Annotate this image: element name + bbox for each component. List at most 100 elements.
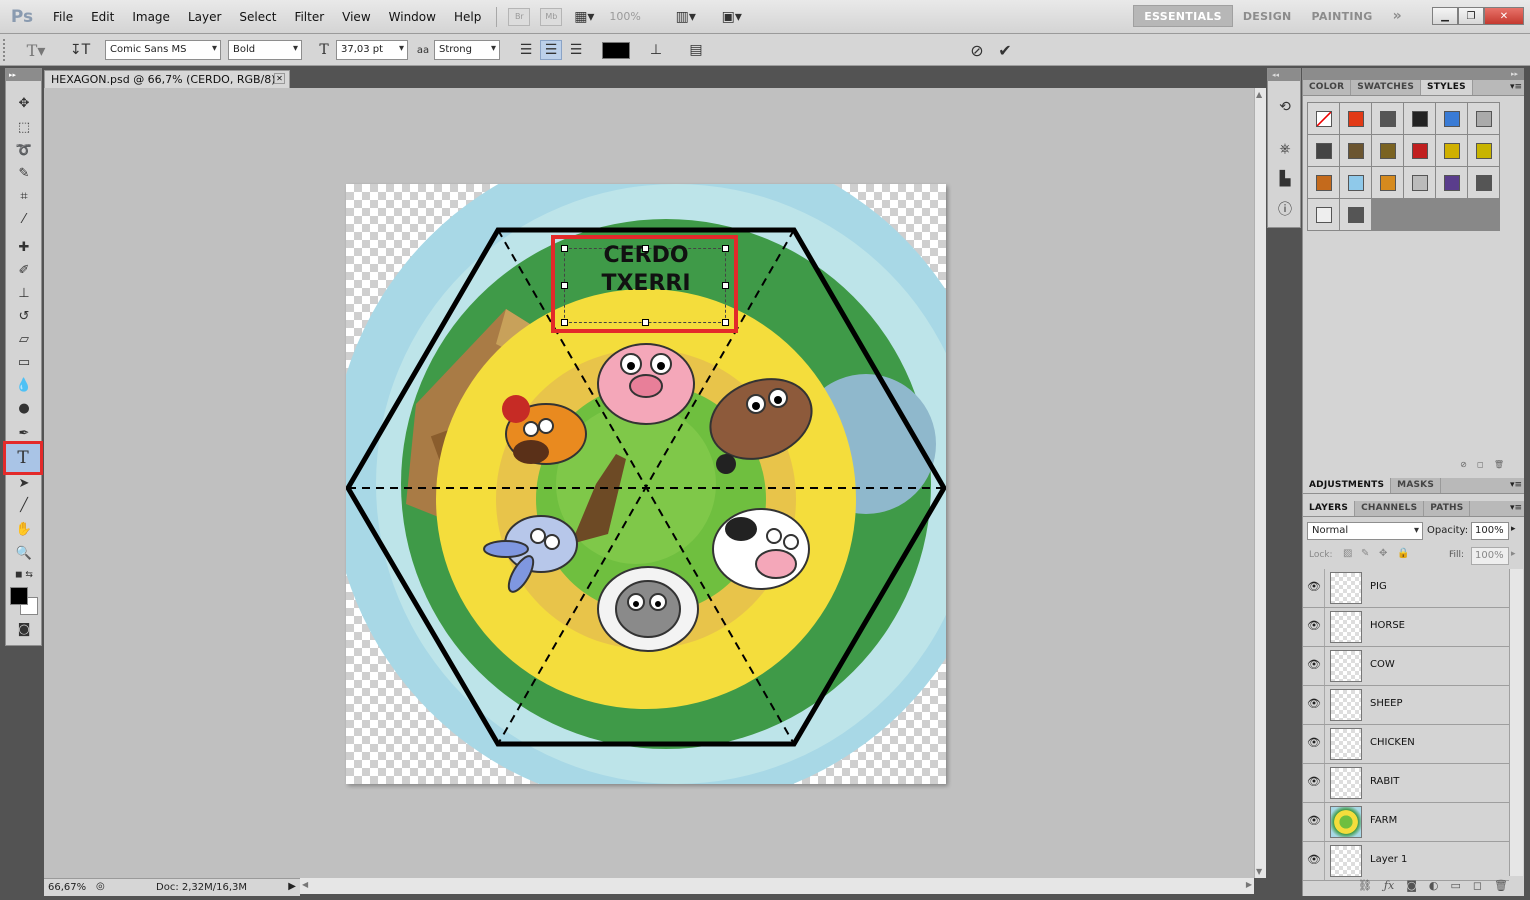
right-panels-collapse[interactable]: ▸▸ <box>1303 68 1524 80</box>
eyedropper-tool-icon[interactable]: ⁄ <box>10 209 38 229</box>
navigator-icon[interactable]: ⎈ <box>1275 139 1295 159</box>
tab-channels[interactable]: CHANNELS <box>1355 501 1425 516</box>
style-swatch[interactable] <box>1340 199 1371 230</box>
workspace-design[interactable]: DESIGN <box>1233 5 1302 27</box>
lock-position-icon[interactable]: ✥ <box>1379 548 1387 559</box>
path-selection-tool-icon[interactable]: ➤ <box>10 473 38 493</box>
layer-style-icon[interactable]: ƒx <box>1384 879 1394 892</box>
marquee-tool-icon[interactable]: ⬚ <box>10 117 38 137</box>
layer-name[interactable]: Layer 1 <box>1370 854 1407 865</box>
layers-scrollbar[interactable] <box>1509 569 1523 876</box>
default-colors-icon[interactable]: ◼ ⇆ <box>10 565 38 585</box>
style-swatch[interactable] <box>1340 135 1371 166</box>
font-family-select[interactable]: Comic Sans MS <box>105 40 221 60</box>
text-bounding-box[interactable]: CERDO TXERRI <box>561 243 729 326</box>
zoom-tool-icon[interactable]: 🔍 <box>10 543 38 563</box>
text-color-swatch[interactable] <box>602 42 630 59</box>
screen-mode-icon[interactable]: ▣▾ <box>713 7 751 27</box>
style-swatch[interactable] <box>1404 103 1435 134</box>
styles-panel-menu-icon[interactable]: ▾≡ <box>1508 80 1524 95</box>
style-swatch[interactable] <box>1436 135 1467 166</box>
move-tool-icon[interactable]: ✥ <box>10 93 38 113</box>
gradient-tool-icon[interactable]: ▭ <box>10 352 38 372</box>
eye-icon[interactable]: 👁 <box>1307 854 1321 866</box>
new-group-icon[interactable]: ▭ <box>1450 879 1460 892</box>
dodge-tool-icon[interactable]: ● <box>10 398 38 418</box>
artboard[interactable]: CERDO TXERRI <box>346 184 946 784</box>
eye-icon[interactable]: 👁 <box>1307 815 1321 827</box>
style-swatch[interactable] <box>1468 167 1499 198</box>
opacity-slider-icon[interactable]: ▸ <box>1511 524 1516 534</box>
style-swatch[interactable] <box>1372 167 1403 198</box>
link-layers-icon[interactable]: ⛓ <box>1358 879 1372 892</box>
fill-slider-icon[interactable]: ▸ <box>1511 549 1516 559</box>
tab-styles[interactable]: STYLES <box>1421 80 1473 95</box>
style-swatch[interactable] <box>1340 103 1371 134</box>
tab-adjustments[interactable]: ADJUSTMENTS <box>1303 478 1392 493</box>
menu-select[interactable]: Select <box>230 10 285 24</box>
layer-name[interactable]: CHICKEN <box>1370 737 1415 748</box>
eye-icon[interactable]: 👁 <box>1307 581 1321 593</box>
layer-visibility-cell[interactable]: 👁 <box>1303 725 1325 763</box>
tab-layers[interactable]: LAYERS <box>1303 501 1356 516</box>
bbox-handle[interactable] <box>642 245 649 252</box>
style-swatch[interactable] <box>1404 167 1435 198</box>
bbox-handle[interactable] <box>561 245 568 252</box>
menu-window[interactable]: Window <box>380 10 445 24</box>
font-style-select[interactable]: Bold <box>228 40 302 60</box>
adjustments-panel-menu-icon[interactable]: ▾≡ <box>1508 478 1524 493</box>
layer-name[interactable]: SHEEP <box>1370 698 1403 709</box>
menu-view[interactable]: View <box>333 10 379 24</box>
menu-filter[interactable]: Filter <box>285 10 333 24</box>
layer-visibility-cell[interactable]: 👁 <box>1303 569 1325 607</box>
launch-bridge-button[interactable]: Br <box>508 7 531 26</box>
lock-image-icon[interactable]: ✎ <box>1361 548 1369 559</box>
arrange-documents-icon[interactable]: ▥▾ <box>667 7 705 27</box>
add-mask-icon[interactable]: ◙ <box>1406 879 1417 892</box>
panel-strip-collapse[interactable]: ◂◂ <box>1268 69 1300 81</box>
delete-style-icon[interactable]: 🗑 <box>1494 460 1504 469</box>
hand-tool-icon[interactable]: ✋ <box>10 519 38 539</box>
eye-icon[interactable]: 👁 <box>1307 659 1321 671</box>
font-size-select[interactable]: 37,03 pt <box>336 40 408 60</box>
document-tab[interactable]: HEXAGON.psd @ 66,7% (CERDO, RGB/8) * ✕ <box>44 70 290 99</box>
bbox-handle[interactable] <box>722 319 729 326</box>
bbox-handle[interactable] <box>722 282 729 289</box>
minimize-icon[interactable]: ▁ <box>1432 7 1458 25</box>
blend-mode-select[interactable]: Normal <box>1307 522 1423 540</box>
layer-name[interactable]: HORSE <box>1370 620 1405 631</box>
layer-visibility-cell[interactable]: 👁 <box>1303 842 1325 880</box>
layer-row[interactable]: 👁 FARM <box>1303 803 1509 842</box>
style-swatch[interactable] <box>1372 135 1403 166</box>
eye-icon[interactable]: 👁 <box>1307 698 1321 710</box>
layer-visibility-cell[interactable]: 👁 <box>1303 608 1325 646</box>
layer-row[interactable]: 👁 CHICKEN <box>1303 725 1509 764</box>
healing-brush-tool-icon[interactable]: ✚ <box>10 237 38 257</box>
tab-masks[interactable]: MASKS <box>1391 478 1442 493</box>
text-line-2[interactable]: TXERRI <box>565 271 727 296</box>
view-extras-icon[interactable]: ▦▾ <box>567 7 601 27</box>
fill-input[interactable]: 100% <box>1471 547 1509 565</box>
antialias-select[interactable]: Strong <box>434 40 500 60</box>
tab-color[interactable]: COLOR <box>1303 80 1352 95</box>
status-menu-icon[interactable]: ▶ <box>288 881 296 892</box>
tab-swatches[interactable]: SWATCHES <box>1351 80 1422 95</box>
clone-stamp-tool-icon[interactable]: ⊥ <box>10 283 38 303</box>
new-style-icon[interactable]: ◻ <box>1477 460 1484 469</box>
layer-name[interactable]: RABIT <box>1370 776 1399 787</box>
history-brush-tool-icon[interactable]: ↺ <box>10 306 38 326</box>
crop-tool-icon[interactable]: ⌗ <box>10 186 38 206</box>
warp-text-icon[interactable]: ⊥ <box>646 40 666 60</box>
lasso-tool-icon[interactable]: ➰ <box>10 140 38 160</box>
workspace-essentials[interactable]: ESSENTIALS <box>1133 5 1233 27</box>
style-swatch[interactable] <box>1340 167 1371 198</box>
status-info-icon[interactable]: ◎ <box>96 881 105 892</box>
align-left-icon[interactable]: ☰ <box>516 40 536 60</box>
layers-panel-menu-icon[interactable]: ▾≡ <box>1508 501 1524 516</box>
layer-row[interactable]: 👁 PIG <box>1303 569 1509 608</box>
eye-icon[interactable]: 👁 <box>1307 776 1321 788</box>
status-zoom[interactable]: 66,67% <box>48 882 86 893</box>
zoom-level-display[interactable]: 100% <box>609 10 640 23</box>
align-right-icon[interactable]: ☰ <box>566 40 586 60</box>
layer-visibility-cell[interactable]: 👁 <box>1303 803 1325 841</box>
